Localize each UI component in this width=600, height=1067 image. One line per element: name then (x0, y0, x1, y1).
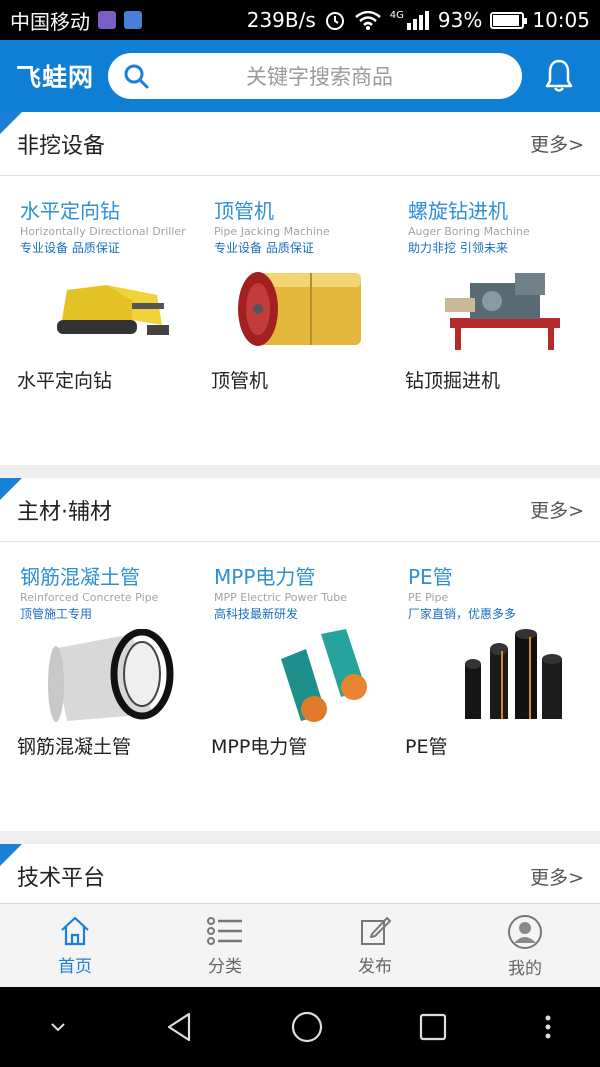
bottom-tab-bar: 首页 分类 发布 我的 (0, 903, 600, 987)
tab-label: 我的 (508, 959, 542, 979)
section-materials: 主材·辅材 更多> 钢筋混凝土管 Reinforced Concrete Pip… (0, 478, 600, 831)
card-subtitle: Reinforced Concrete Pipe (20, 591, 159, 604)
drill-rig-icon (20, 260, 194, 360)
card-subtitle: Horizontally Directional Driller (20, 225, 186, 238)
app-header: 飞蛙网 关键字搜索商品 (0, 40, 600, 112)
app-screen: 中国移动 239B/s 4G 93% 10:05 飞蛙网 关键字搜索商品 非挖设… (0, 0, 600, 1067)
search-placeholder[interactable]: 关键字搜索商品 (246, 61, 393, 91)
mpp-pipe-icon (214, 626, 388, 726)
section-title: 技术平台 (17, 866, 106, 891)
app-logo: 飞蛙网 (16, 63, 95, 92)
card-tagline: 专业设备 品质保证 (214, 241, 314, 255)
bell-icon (545, 59, 573, 92)
alarm-icon (325, 12, 344, 30)
network-type: 4G (389, 9, 404, 21)
auger-boring-machine-icon (408, 260, 582, 360)
carrier-label: 中国移动 (10, 9, 90, 34)
product-card-concrete-pipe[interactable]: 钢筋混凝土管 Reinforced Concrete Pipe 顶管施工专用 钢… (0, 542, 194, 767)
card-subtitle: PE Pipe (408, 591, 449, 604)
card-label: 水平定向钻 (17, 370, 113, 392)
back-icon[interactable] (163, 1010, 197, 1044)
card-label: 钢筋混凝土管 (17, 736, 132, 758)
tab-label: 分类 (208, 957, 242, 977)
card-title: PE管 (408, 565, 453, 589)
card-title: 顶管机 (214, 199, 274, 223)
wifi-icon (354, 10, 381, 30)
card-subtitle: Pipe Jacking Machine (214, 225, 330, 238)
more-link[interactable]: 更多> (530, 130, 584, 157)
tab-category[interactable]: 分类 (150, 904, 300, 987)
signal-icon (406, 11, 429, 30)
card-subtitle: MPP Electric Power Tube (214, 591, 348, 604)
card-tagline: 高科技最新研发 (214, 607, 299, 621)
card-subtitle: Auger Boring Machine (408, 225, 530, 238)
system-nav-bar (0, 987, 600, 1067)
card-label: PE管 (405, 736, 448, 758)
more-link[interactable]: 更多> (530, 863, 584, 890)
product-card-drill[interactable]: 水平定向钻 Horizontally Directional Driller 专… (0, 176, 194, 401)
concrete-pipe-icon (20, 626, 194, 726)
pipe-jacking-machine-icon (214, 260, 388, 360)
product-card-auger[interactable]: 螺旋钻进机 Auger Boring Machine 助力非挖 引领未来 钻顶掘… (388, 176, 582, 401)
card-title: 螺旋钻进机 (408, 199, 508, 223)
card-label: 钻顶掘进机 (405, 370, 501, 392)
section-header: 技术平台 更多> (0, 844, 600, 908)
card-label: MPP电力管 (211, 736, 308, 758)
user-icon (508, 915, 542, 949)
card-tagline: 助力非挖 引领未来 (408, 241, 508, 255)
tab-publish[interactable]: 发布 (300, 904, 450, 987)
corner-marker (0, 112, 22, 134)
card-title: 钢筋混凝土管 (20, 565, 140, 589)
battery-percent: 93% (437, 8, 483, 32)
recent-apps-icon[interactable] (417, 1011, 449, 1043)
search-bar[interactable]: 关键字搜索商品 (108, 53, 522, 99)
section-title: 非挖设备 (17, 133, 106, 159)
section-title: 主材·辅材 (17, 499, 112, 525)
product-card-pe-pipe[interactable]: PE管 PE Pipe 厂家直销，优惠多多 PE管 (388, 542, 582, 767)
card-tagline: 厂家直销，优惠多多 (408, 607, 517, 621)
home-icon (61, 916, 89, 946)
notification-bell[interactable] (542, 56, 576, 96)
battery-icon (490, 11, 528, 29)
product-card-pipe-jacking[interactable]: 顶管机 Pipe Jacking Machine 专业设备 品质保证 顶管机 (194, 176, 388, 401)
tab-label: 发布 (358, 957, 392, 977)
card-tagline: 顶管施工专用 (20, 607, 93, 621)
chevron-down-icon[interactable] (46, 1015, 70, 1039)
home-circle-icon[interactable] (289, 1009, 325, 1045)
gallery-notification-icon (98, 11, 116, 29)
card-title: MPP电力管 (214, 565, 316, 589)
pe-pipe-icon (408, 626, 582, 726)
more-vert-icon[interactable] (542, 1013, 554, 1041)
more-link[interactable]: 更多> (530, 496, 584, 523)
clock: 10:05 (532, 8, 590, 32)
corner-marker (0, 844, 22, 866)
product-card-mpp-pipe[interactable]: MPP电力管 MPP Electric Power Tube 高科技最新研发 M… (194, 542, 388, 767)
section-header: 非挖设备 更多> (0, 112, 600, 176)
tab-home[interactable]: 首页 (0, 904, 150, 987)
card-label: 顶管机 (211, 370, 269, 392)
list-icon (207, 917, 242, 945)
status-bar: 中国移动 239B/s 4G 93% 10:05 (0, 0, 600, 40)
tab-profile[interactable]: 我的 (450, 904, 600, 987)
card-tagline: 专业设备 品质保证 (20, 241, 120, 255)
corner-marker (0, 478, 22, 500)
edit-icon (361, 917, 391, 945)
tab-label: 首页 (58, 957, 92, 977)
wifi-notification-icon (124, 11, 142, 29)
section-equipment: 非挖设备 更多> 水平定向钻 Horizontally Directional … (0, 112, 600, 465)
search-icon (124, 64, 149, 89)
net-speed: 239B/s (246, 8, 316, 32)
section-header: 主材·辅材 更多> (0, 478, 600, 542)
card-title: 水平定向钻 (20, 199, 120, 223)
section-tech-platform: 技术平台 更多> (0, 844, 600, 904)
